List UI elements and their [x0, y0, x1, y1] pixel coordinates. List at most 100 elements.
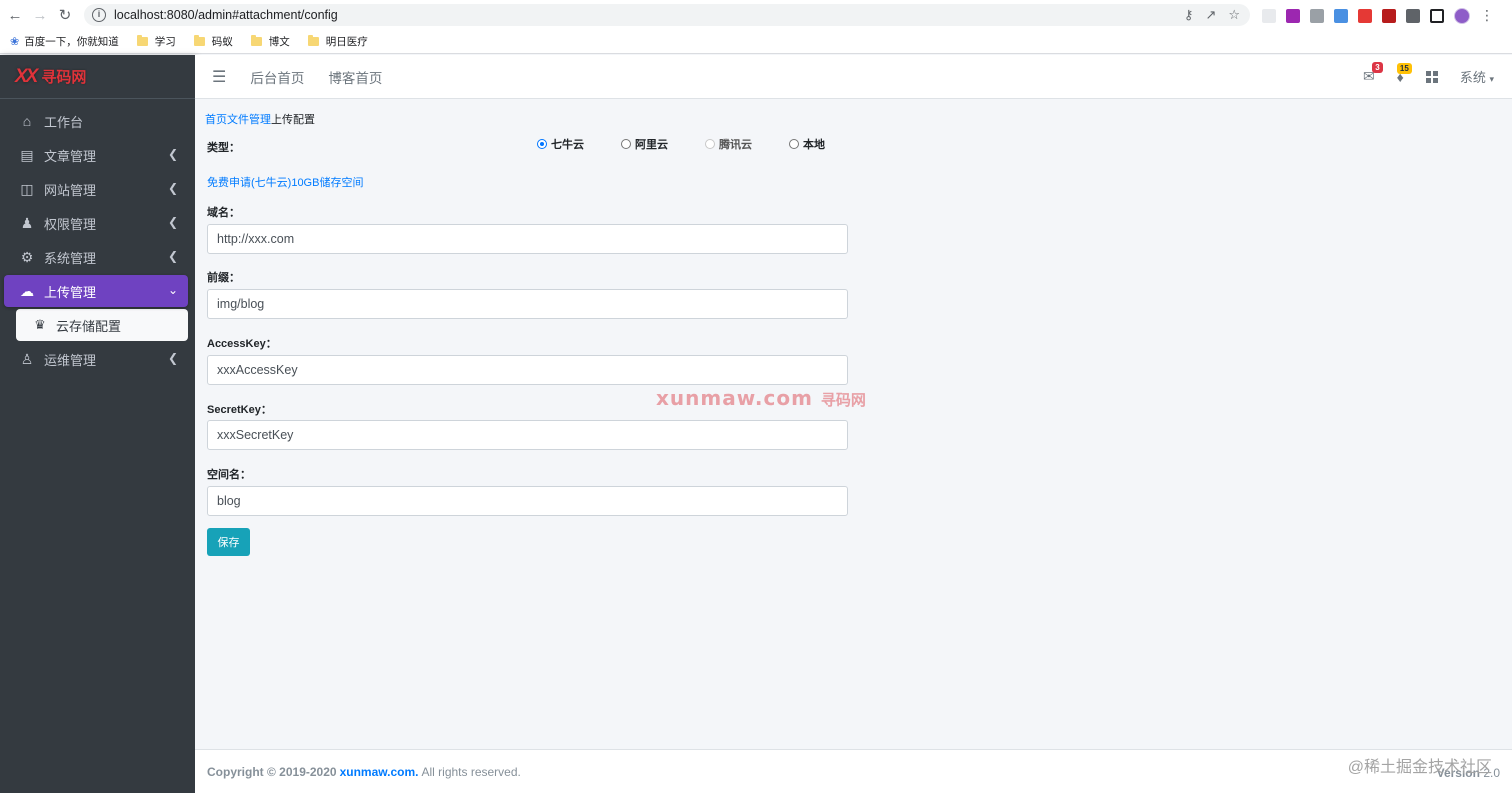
- browser-toolbar: ← → ↻ i localhost:8080/admin#attachment/…: [0, 0, 1512, 30]
- folder-icon: [136, 35, 148, 46]
- copyright-text: Copyright © 2019-2020: [207, 764, 337, 779]
- apps-grid-icon[interactable]: [1425, 70, 1438, 83]
- notifications-button[interactable]: ♦ 15: [1397, 62, 1412, 85]
- address-bar[interactable]: i localhost:8080/admin#attachment/config…: [84, 4, 1250, 26]
- sidebar-item-workbench[interactable]: ⌂ 工作台: [4, 105, 188, 137]
- system-dropdown[interactable]: 系统 ▾: [1460, 67, 1494, 86]
- domain-input[interactable]: [207, 224, 848, 254]
- bucket-label: 空间名：: [207, 469, 251, 481]
- footer: Copyright © 2019-2020 xunmaw.com. All ri…: [195, 749, 1512, 793]
- watermark: xunmaw.com 寻码网: [656, 386, 866, 410]
- secretkey-label: SecretKey：: [207, 404, 272, 416]
- breadcrumb: 首页文件管理上传配置: [205, 111, 315, 127]
- url-text[interactable]: localhost:8080/admin#attachment/config: [114, 8, 338, 22]
- menu-dots-icon[interactable]: ⋮: [1480, 7, 1494, 24]
- radio-button: [705, 139, 715, 149]
- crown-icon: ♛: [34, 317, 46, 332]
- extension-icon[interactable]: [1286, 8, 1300, 23]
- bookmark-folder[interactable]: 学习: [136, 34, 176, 49]
- juejin-watermark: @稀土掘金技术社区: [1347, 759, 1492, 776]
- back-icon[interactable]: ←: [5, 5, 25, 25]
- chevron-down-icon: ⌄: [167, 283, 178, 297]
- bookmark-folder[interactable]: 码蚁: [193, 34, 233, 49]
- baidu-paw-icon: ❀: [10, 36, 20, 48]
- nav-blog-home[interactable]: 博客首页: [328, 67, 382, 87]
- chevron-left-icon: ❮: [167, 147, 178, 161]
- sidebar-item-articles[interactable]: ▤ 文章管理 ❮: [4, 139, 188, 171]
- accesskey-label: AccessKey：: [207, 338, 277, 350]
- breadcrumb-home[interactable]: 首页: [205, 114, 227, 126]
- home-icon: ⌂: [22, 113, 32, 129]
- bookmark-folder[interactable]: 博文: [250, 34, 290, 49]
- sidepanel-icon[interactable]: [1430, 8, 1444, 23]
- sidebar-menu: ⌂ 工作台 ▤ 文章管理 ❮ ◫ 网站管理 ❮ ♟ 权限管理 ❮ ⚙ 系统管理 …: [0, 99, 195, 375]
- folder-icon: [307, 35, 319, 46]
- save-button[interactable]: 保存: [207, 528, 250, 556]
- sidebar-item-system[interactable]: ⚙ 系统管理 ❮: [4, 241, 188, 273]
- star-icon[interactable]: ☆: [1228, 7, 1240, 23]
- bucket-input[interactable]: [207, 486, 848, 516]
- prefix-input[interactable]: [207, 289, 848, 319]
- bookmark-folder[interactable]: 明日医疗: [307, 34, 368, 49]
- chevron-left-icon: ❮: [167, 215, 178, 229]
- rights-text: All rights reserved.: [421, 764, 521, 779]
- sidebar-item-permissions[interactable]: ♟ 权限管理 ❮: [4, 207, 188, 239]
- type-label: 类型：: [207, 142, 240, 154]
- radio-qiniu[interactable]: 七牛云: [537, 136, 584, 152]
- breadcrumb-section[interactable]: 文件管理: [227, 114, 271, 126]
- domain-label: 域名：: [207, 207, 240, 219]
- extension-icon[interactable]: [1358, 8, 1372, 23]
- sidebar-item-upload[interactable]: ☁ 上传管理 ⌄: [4, 275, 188, 307]
- site-info-icon[interactable]: i: [92, 8, 106, 22]
- main-content: 首页文件管理上传配置 类型： 七牛云 阿里云 腾讯云 本地 免费申请(七牛云)1…: [195, 99, 1512, 749]
- secretkey-input[interactable]: [207, 420, 848, 450]
- folder-icon: [250, 35, 262, 46]
- hamburger-icon[interactable]: ☰: [212, 67, 226, 87]
- reload-icon[interactable]: ↻: [55, 5, 75, 25]
- extension-icon[interactable]: [1310, 8, 1324, 23]
- free-apply-link[interactable]: 免费申请(七牛云)10GB储存空间: [207, 174, 363, 190]
- top-navbar: ☰ 后台首页 博客首页 ✉ 3 ♦ 15 系统 ▾: [195, 55, 1512, 99]
- extension-icon[interactable]: [1382, 8, 1396, 23]
- bookmark-baidu[interactable]: ❀ 百度一下，你就知道: [10, 34, 119, 49]
- gear-icon: ⚙: [20, 248, 34, 265]
- radio-local[interactable]: 本地: [789, 136, 825, 152]
- columns-icon: ◫: [20, 180, 34, 197]
- chevron-left-icon: ❮: [167, 249, 178, 263]
- sidebar: XX 寻码网 ⌂ 工作台 ▤ 文章管理 ❮ ◫ 网站管理 ❮ ♟ 权限管理 ❮ …: [0, 55, 195, 793]
- radio-button[interactable]: [789, 139, 799, 149]
- puzzle-icon[interactable]: [1406, 8, 1420, 23]
- nav-admin-home[interactable]: 后台首页: [250, 67, 304, 87]
- chevron-left-icon: ❮: [167, 351, 178, 365]
- brand[interactable]: XX 寻码网: [0, 55, 195, 99]
- brand-logo: XX: [15, 65, 38, 87]
- footer-brand-link[interactable]: xunmaw.com.: [340, 765, 419, 779]
- profile-avatar[interactable]: [1454, 7, 1470, 24]
- extension-icon[interactable]: [1334, 8, 1348, 23]
- chevron-left-icon: ❮: [167, 181, 178, 195]
- user-lock-icon: ♟: [20, 214, 34, 231]
- key-icon[interactable]: ⚷: [1184, 7, 1194, 23]
- brand-name: 寻码网: [41, 69, 87, 86]
- caret-down-icon: ▾: [1489, 74, 1494, 84]
- folder-icon: [193, 35, 205, 46]
- messages-badge: 3: [1372, 62, 1383, 73]
- extension-icon[interactable]: [1262, 8, 1276, 23]
- table-icon: ▤: [20, 146, 34, 163]
- forward-icon[interactable]: →: [30, 5, 50, 25]
- accesskey-input[interactable]: [207, 355, 848, 385]
- prefix-label: 前缀：: [207, 272, 240, 284]
- breadcrumb-current: 上传配置: [271, 114, 315, 126]
- share-icon[interactable]: ↗: [1205, 7, 1216, 23]
- notifications-badge: 15: [1396, 62, 1412, 74]
- sidebar-item-ops[interactable]: ♙ 运维管理 ❮: [4, 343, 188, 375]
- bookmarks-bar: ❀ 百度一下，你就知道 学习 码蚁 博文 明日医疗: [0, 30, 1512, 54]
- sidebar-item-website[interactable]: ◫ 网站管理 ❮: [4, 173, 188, 205]
- radio-tencent: 腾讯云: [705, 136, 752, 152]
- radio-aliyun[interactable]: 阿里云: [621, 136, 668, 152]
- radio-button[interactable]: [621, 139, 631, 149]
- users-icon: ♙: [20, 350, 34, 367]
- radio-button[interactable]: [537, 139, 547, 149]
- messages-button[interactable]: ✉ 3: [1363, 62, 1383, 85]
- sidebar-subitem-cloud-storage[interactable]: ♛ 云存储配置: [16, 309, 188, 341]
